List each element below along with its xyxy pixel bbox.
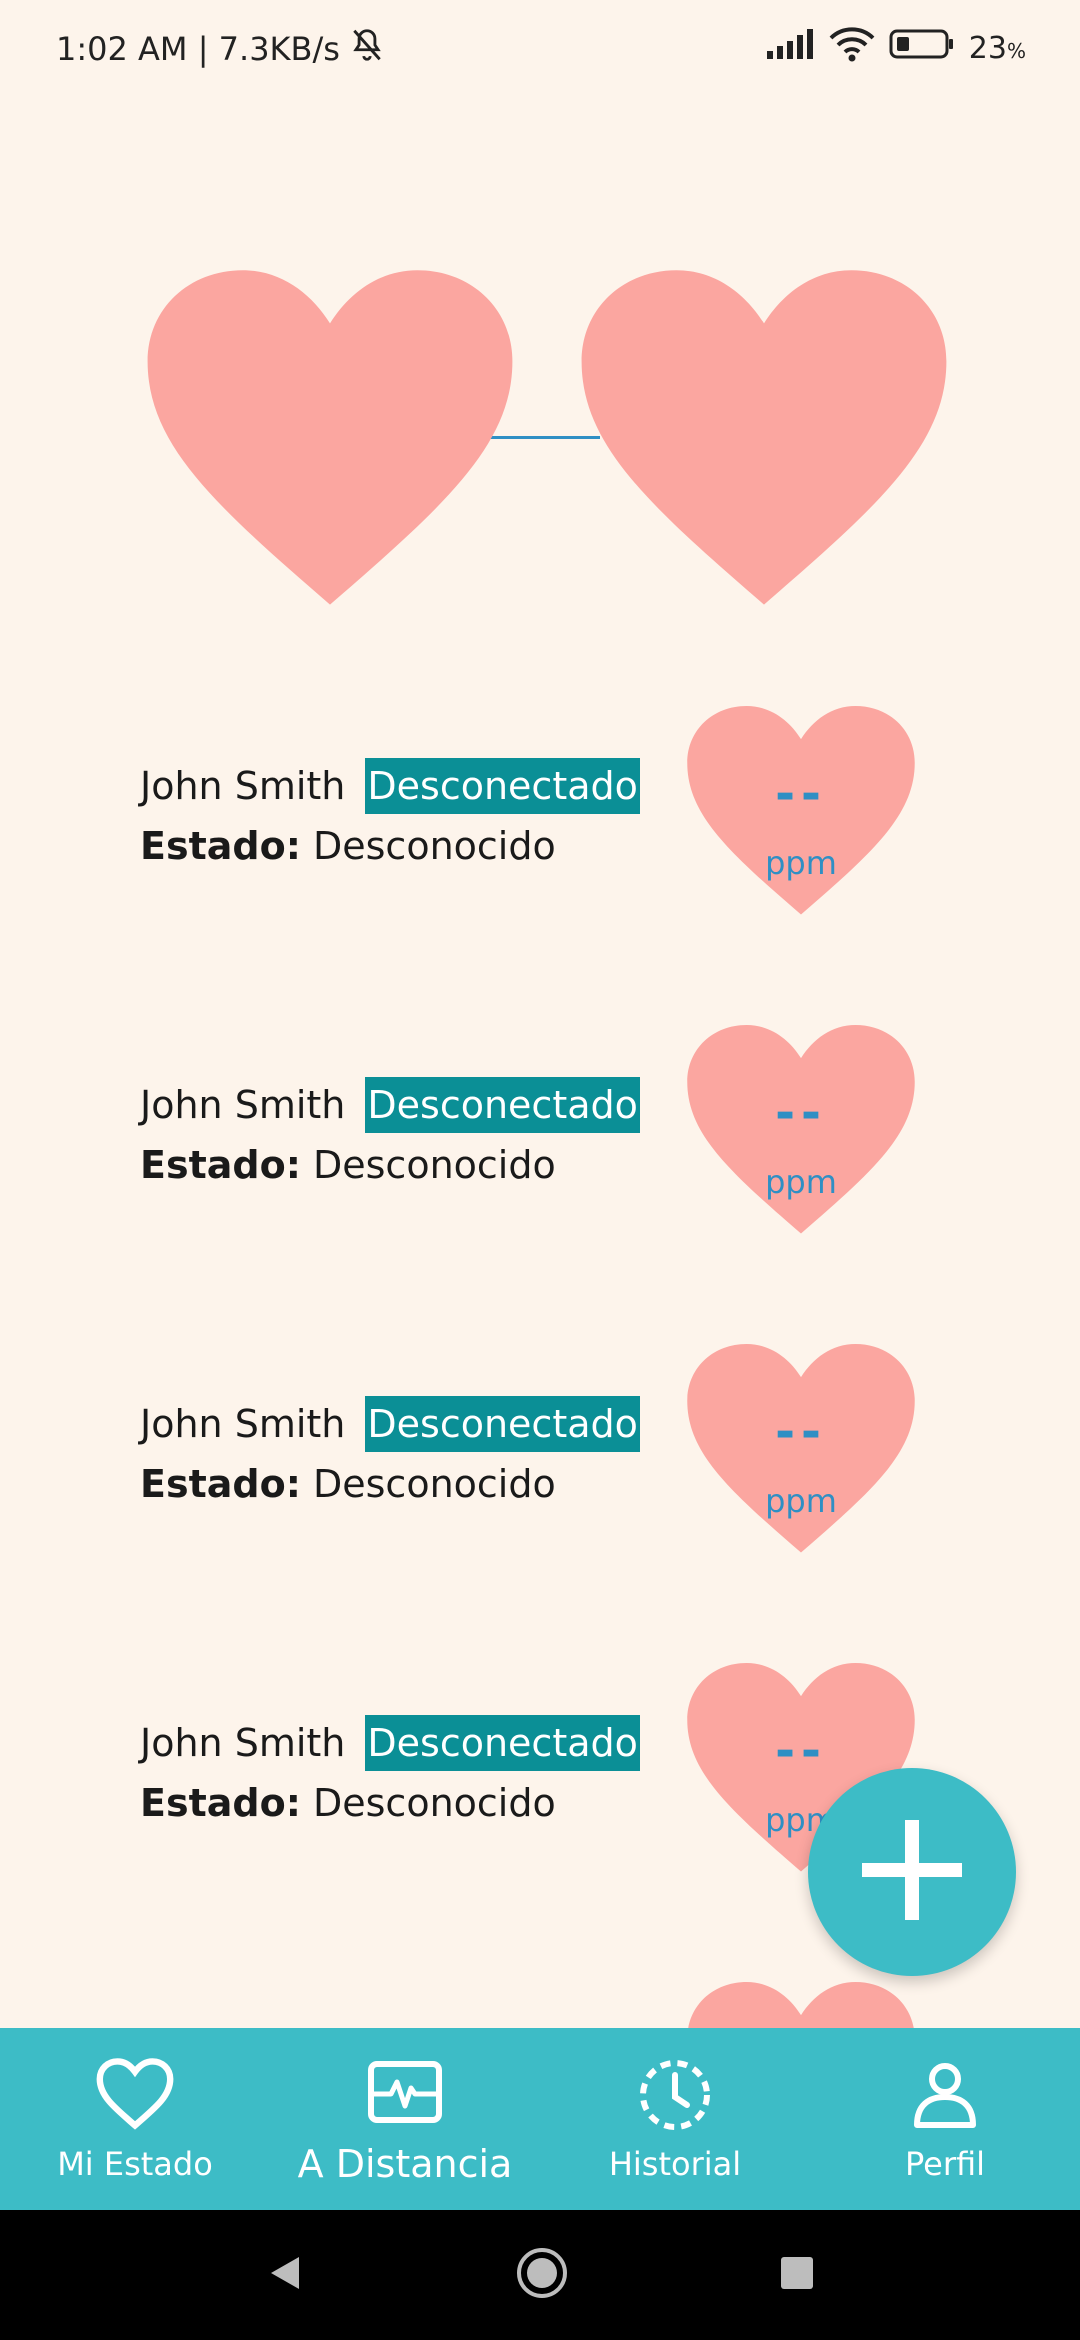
ecg-icon <box>365 2052 445 2132</box>
bpm-unit: ppm <box>765 1163 837 1201</box>
person-name: John Smith <box>140 1721 346 1765</box>
connection-badge: Desconectado <box>365 1077 640 1133</box>
bottom-nav: Mi Estado A Distancia Historial Perfil <box>0 2028 1080 2210</box>
connection-badge: Desconectado <box>365 1396 640 1452</box>
person-name: John Smith <box>140 1083 346 1127</box>
status-value: Desconocido <box>312 824 556 868</box>
signal-icon <box>766 29 815 67</box>
status-value: Desconocido <box>312 1462 556 1506</box>
status-value: Desconocido <box>312 1143 556 1187</box>
person-name: John Smith <box>140 1402 346 1446</box>
nav-label: Perfil <box>904 2145 986 2183</box>
status-value: Desconocido <box>312 1781 556 1825</box>
nav-label: Historial <box>608 2145 742 2183</box>
hero-hearts <box>0 240 1080 640</box>
recents-icon[interactable] <box>779 2255 815 2295</box>
battery-icon <box>889 28 955 68</box>
history-icon <box>635 2055 715 2135</box>
plus-icon <box>860 1818 964 1926</box>
person-row[interactable]: John Smith Desconectado Estado: Desconoc… <box>0 706 1080 926</box>
person-info: John Smith Desconectado Estado: Desconoc… <box>140 1396 640 1506</box>
add-button[interactable] <box>808 1768 1016 1976</box>
bell-off-icon <box>348 26 386 72</box>
status-label: Estado: <box>140 824 301 868</box>
wifi-icon <box>829 26 875 70</box>
person-info: John Smith Desconectado Estado: Desconoc… <box>140 758 640 868</box>
person-row[interactable]: John Smith Desconectado Estado: Desconoc… <box>0 1344 1080 1564</box>
status-label: Estado: <box>140 1462 301 1506</box>
nav-label: A Distancia <box>297 2142 513 2186</box>
status-right: 23% <box>766 26 1026 70</box>
status-label: Estado: <box>140 1143 301 1187</box>
bpm-value: -- <box>775 1404 827 1460</box>
nav-label: Mi Estado <box>57 2145 213 2183</box>
nav-historial[interactable]: Historial <box>540 2028 810 2210</box>
connection-badge: Desconectado <box>365 758 640 814</box>
system-nav <box>0 2210 1080 2340</box>
status-bar: 1:02 AM | 7.3KB/s 23% <box>0 0 1080 100</box>
person-icon <box>905 2055 985 2135</box>
person-info: John Smith Desconectado Estado: Desconoc… <box>140 1715 640 1825</box>
nav-perfil[interactable]: Perfil <box>810 2028 1080 2210</box>
home-icon[interactable] <box>515 2246 569 2304</box>
heart-icon <box>95 2055 175 2135</box>
back-icon[interactable] <box>265 2253 305 2297</box>
nav-mi-estado[interactable]: Mi Estado <box>0 2028 270 2210</box>
heart-icon <box>574 270 954 620</box>
status-time-speed: 1:02 AM | 7.3KB/s <box>56 30 340 68</box>
connection-badge: Desconectado <box>365 1715 640 1771</box>
bpm-value: -- <box>775 1085 827 1141</box>
partial-heart-icon <box>680 1982 922 2028</box>
person-row[interactable]: John Smith Desconectado Estado: Desconoc… <box>0 1025 1080 1245</box>
status-label: Estado: <box>140 1781 301 1825</box>
bpm-unit: ppm <box>765 844 837 882</box>
heart-icon <box>140 270 520 620</box>
person-info: John Smith Desconectado Estado: Desconoc… <box>140 1077 640 1187</box>
person-name: John Smith <box>140 764 346 808</box>
bpm-value: -- <box>775 766 827 822</box>
bpm-unit: ppm <box>765 1482 837 1520</box>
battery-percent: 23% <box>968 30 1026 66</box>
nav-a-distancia[interactable]: A Distancia <box>270 2028 540 2210</box>
status-left: 1:02 AM | 7.3KB/s <box>56 26 386 72</box>
